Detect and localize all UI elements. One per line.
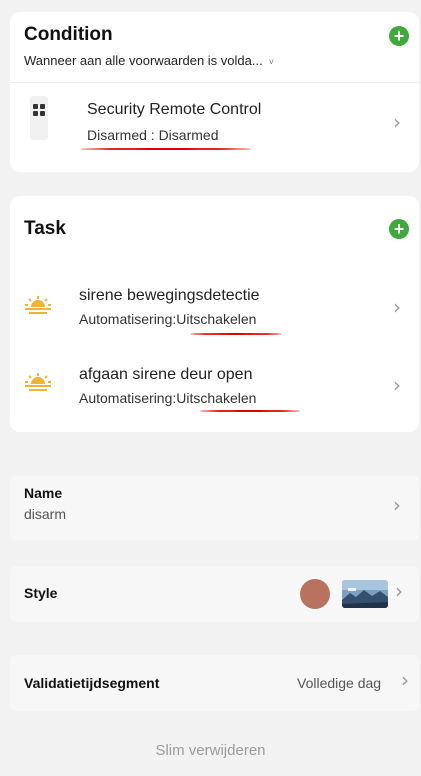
validity-row[interactable]: Validatietijdsegment Volledige dag › [10,655,419,711]
chevron-right-icon: › [393,110,401,134]
chevron-right-icon: › [395,579,403,603]
condition-item-status: Disarmed : Disarmed [87,127,219,143]
task-title: Task [24,218,66,239]
task-item-status: Automatisering:Uitschakelen [79,311,257,327]
style-color-swatch[interactable] [300,579,330,609]
sunrise-icon [25,373,51,391]
task-card: Task + sirene bewegingsdetectie Automati… [10,196,419,432]
style-label: Style [24,585,58,601]
chevron-right-icon: › [393,295,401,319]
red-annotation-underline [200,410,300,412]
divider [10,82,419,83]
condition-card: Condition + Wanneer aan alle voorwaarden… [10,12,419,172]
task-item-title: afgaan sirene deur open [79,366,253,383]
task-item-status: Automatisering:Uitschakelen [79,390,257,406]
chevron-right-icon: › [393,373,401,397]
style-background-thumbnail[interactable] [342,580,388,608]
plus-icon: + [393,219,405,239]
chevron-right-icon: › [393,493,401,517]
plus-icon: + [393,26,405,46]
condition-match-selector[interactable]: Wanneer aan alle voorwaarden is volda...… [24,53,274,68]
landscape-image-icon [342,580,388,608]
smart-delete-button[interactable]: Slim verwijderen [0,742,421,759]
name-row[interactable]: Name disarm › [10,476,419,540]
name-value: disarm [24,506,67,522]
remote-control-icon [30,96,48,140]
sunrise-icon [25,296,51,314]
task-item-title: sirene bewegingsdetectie [79,287,260,304]
red-annotation-underline [190,333,282,335]
condition-match-label: Wanneer aan alle voorwaarden is volda... [24,53,263,68]
red-annotation-underline [81,148,251,150]
condition-title: Condition [24,24,113,45]
chevron-right-icon: › [401,668,409,692]
validity-value: Volledige dag [297,675,382,691]
condition-item-title: Security Remote Control [87,101,262,118]
name-label: Name [24,485,63,501]
chevron-down-icon: ˅ [268,57,274,67]
add-condition-button[interactable]: + [389,26,409,46]
add-task-button[interactable]: + [389,219,409,239]
validity-label: Validatietijdsegment [24,675,160,691]
style-row[interactable]: Style › [10,566,419,622]
